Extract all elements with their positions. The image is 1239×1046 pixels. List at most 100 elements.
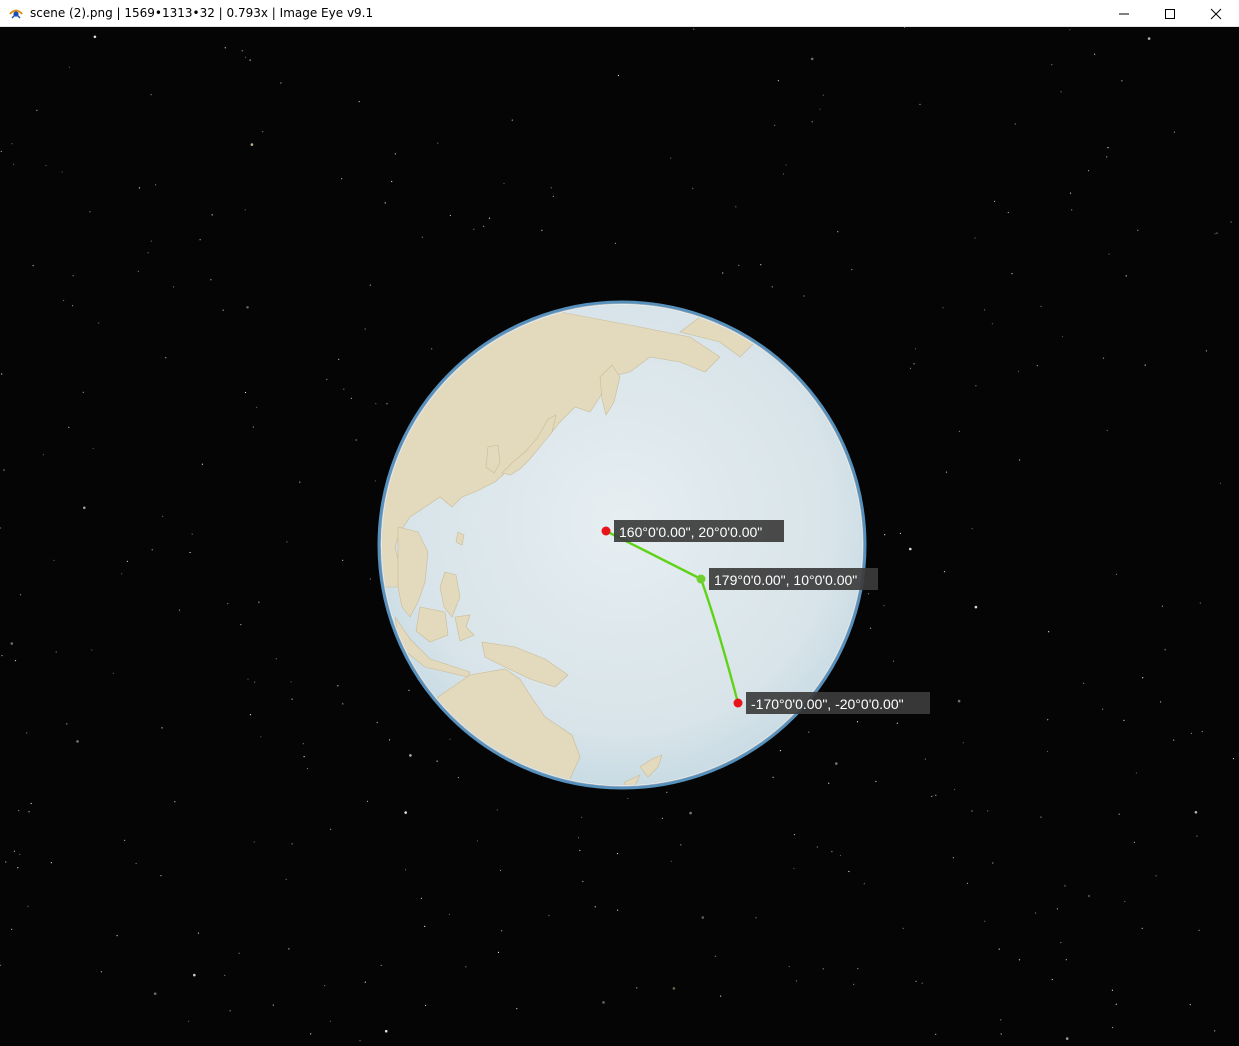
star [541, 229, 543, 231]
title-bar[interactable]: scene (2).png | 1569•1313•32 | 0.793x | … [0, 0, 1239, 27]
star [1011, 273, 1013, 275]
image-viewport[interactable]: 160°0'0.00", 20°0'0.00" 179°0'0.00", 10°… [0, 27, 1239, 1046]
star [793, 867, 795, 870]
star [945, 471, 948, 473]
star [150, 94, 152, 96]
star [26, 732, 28, 734]
star [1040, 305, 1042, 307]
star [250, 143, 254, 146]
maximize-button[interactable] [1147, 0, 1193, 27]
star [661, 817, 664, 819]
star [1, 373, 3, 375]
point-marker-1[interactable]: 160°0'0.00", 20°0'0.00" [601, 520, 785, 542]
star [720, 995, 722, 997]
star [98, 322, 100, 324]
star [1189, 1004, 1191, 1006]
star [1115, 573, 1118, 575]
globe[interactable] [377, 300, 867, 797]
star [1155, 875, 1157, 877]
globe-scene[interactable]: 160°0'0.00", 20°0'0.00" 179°0'0.00", 10°… [0, 27, 1239, 1046]
star [258, 601, 260, 603]
star [337, 685, 339, 687]
star [831, 851, 833, 853]
star [516, 1008, 518, 1010]
star [822, 94, 825, 96]
star [779, 750, 782, 752]
star [153, 992, 157, 995]
star [1133, 841, 1135, 844]
star [1065, 959, 1067, 961]
star [380, 964, 382, 967]
minimize-button[interactable] [1101, 0, 1147, 27]
star [1046, 750, 1049, 753]
point-label: -170°0'0.00", -20°0'0.00" [751, 696, 904, 712]
star [581, 816, 583, 819]
star [193, 973, 196, 977]
star [147, 252, 149, 254]
star [966, 882, 969, 884]
star [974, 605, 978, 609]
image-eye-icon [8, 5, 24, 21]
star [672, 987, 676, 990]
star [288, 948, 290, 950]
star [222, 309, 224, 311]
star [388, 739, 391, 741]
star [138, 187, 140, 189]
star [1230, 221, 1232, 223]
star [1017, 370, 1020, 372]
point-dot[interactable] [601, 526, 611, 536]
star [909, 547, 912, 551]
star [1107, 147, 1109, 149]
point-marker-3[interactable]: -170°0'0.00", -20°0'0.00" [733, 692, 931, 714]
star [1161, 605, 1163, 607]
star [359, 1040, 361, 1042]
star [280, 82, 282, 84]
star [835, 762, 838, 765]
star [935, 1033, 937, 1035]
star [1036, 365, 1038, 367]
star [386, 403, 388, 405]
star [162, 515, 164, 517]
star [14, 660, 17, 662]
point-dot[interactable] [733, 698, 743, 708]
star [1069, 29, 1071, 31]
star [135, 862, 137, 865]
star [1071, 209, 1073, 211]
image-viewer-window: scene (2).png | 1569•1313•32 | 0.793x | … [0, 0, 1239, 1046]
star [391, 180, 393, 183]
star [793, 834, 796, 836]
star [364, 328, 366, 330]
star [341, 178, 343, 180]
star [160, 875, 162, 877]
star [496, 809, 498, 811]
star [837, 231, 839, 233]
star [241, 50, 243, 52]
star [1118, 813, 1120, 815]
star [246, 306, 249, 309]
star [72, 305, 74, 307]
star [404, 811, 408, 814]
star [774, 124, 776, 126]
star [290, 681, 292, 683]
star [1115, 1003, 1117, 1005]
star [795, 980, 798, 982]
star [343, 388, 345, 390]
star [303, 756, 305, 758]
point-marker-2[interactable]: 179°0'0.00", 10°0'0.00" [696, 568, 879, 590]
star [501, 930, 503, 932]
point-dot[interactable] [696, 574, 706, 584]
star [310, 1033, 312, 1035]
star [1173, 131, 1175, 133]
star [376, 721, 378, 724]
star [1047, 719, 1049, 721]
star [1214, 233, 1216, 235]
star [548, 915, 550, 917]
star [369, 284, 371, 286]
star [161, 727, 163, 729]
star [1064, 885, 1066, 887]
star [975, 385, 977, 387]
star [616, 853, 619, 855]
star [436, 760, 438, 762]
close-button[interactable] [1193, 0, 1239, 27]
star [178, 609, 181, 611]
